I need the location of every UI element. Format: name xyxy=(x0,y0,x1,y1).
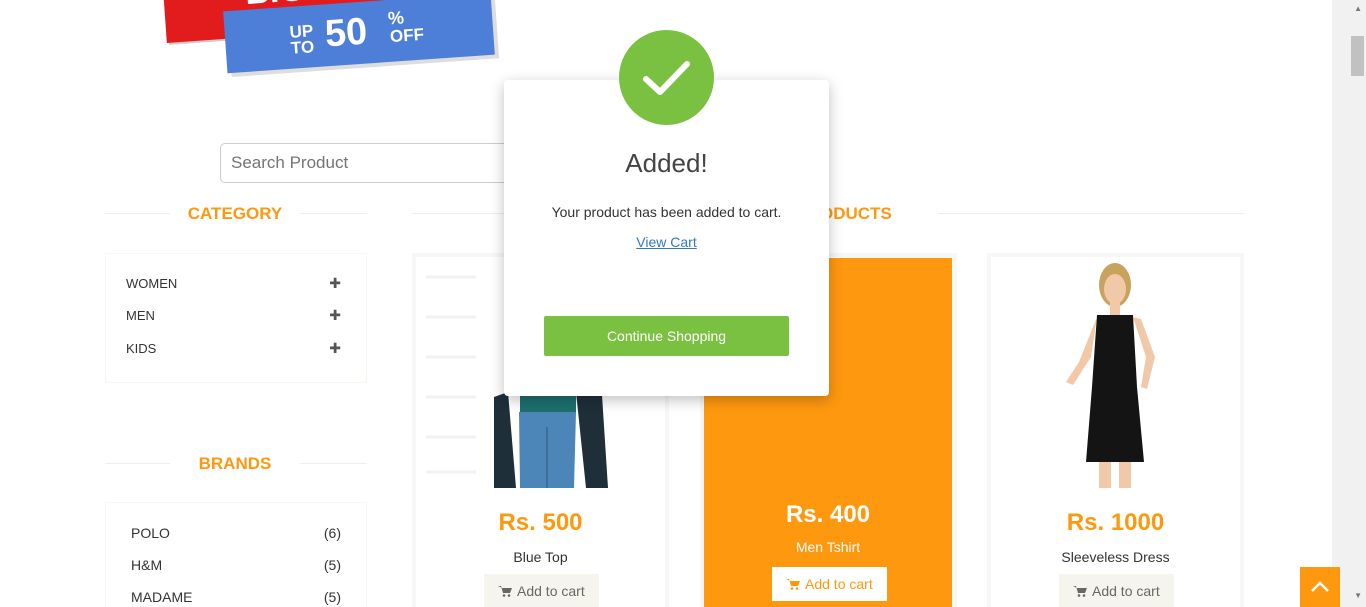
product-name: Men Tshirt xyxy=(795,539,861,555)
features-title: ODUCTS xyxy=(820,204,892,223)
brand-count: (5) xyxy=(323,589,341,605)
promo-percent-value: 50 xyxy=(323,10,369,56)
category-item-men[interactable]: Men xyxy=(126,308,155,323)
divider xyxy=(105,213,170,214)
category-title: CATEGORY xyxy=(187,204,283,223)
add-to-cart-button[interactable]: Add to cart xyxy=(772,567,887,601)
product-price: Rs. 1000 xyxy=(1066,509,1165,536)
brand-count: (5) xyxy=(323,557,341,573)
add-to-cart-button[interactable]: Add to cart xyxy=(484,574,599,607)
search-input[interactable] xyxy=(220,143,520,183)
product-image xyxy=(991,257,1240,488)
scroll-up-arrow-icon[interactable]: ▲ xyxy=(1354,4,1362,13)
brand-item-madame[interactable]: MADAME xyxy=(131,589,192,605)
promo-off-text: OFF xyxy=(389,24,425,47)
category-item-women[interactable]: Women xyxy=(126,276,177,291)
category-item-kids[interactable]: Kids xyxy=(126,341,156,356)
checkmark-icon xyxy=(619,30,714,125)
divider xyxy=(300,213,367,214)
divider xyxy=(300,463,367,464)
modal-message: Your product has been added to cart. xyxy=(551,204,782,220)
scroll-to-top-button[interactable] xyxy=(1300,567,1340,607)
view-cart-link[interactable]: View Cart xyxy=(504,234,829,250)
product-price: Rs. 400 xyxy=(785,501,871,528)
brand-item-hm[interactable]: H&M xyxy=(131,557,162,573)
page: BIG UPTO 50 % OFF CATEGORY Women ✚ Men ✚… xyxy=(0,0,1366,607)
add-to-cart-button[interactable]: Add to cart xyxy=(1059,574,1174,607)
product-name: Sleeveless Dress xyxy=(1061,549,1170,565)
category-panel: Women ✚ Men ✚ Kids ✚ xyxy=(105,253,367,383)
continue-shopping-button[interactable]: Continue Shopping xyxy=(544,316,789,356)
product-card: Rs. 1000 Sleeveless Dress Add to cart xyxy=(987,253,1244,607)
divider xyxy=(105,463,170,464)
product-name: Blue Top xyxy=(513,549,568,565)
plus-icon[interactable]: ✚ xyxy=(329,340,341,357)
divider xyxy=(412,213,512,214)
plus-icon[interactable]: ✚ xyxy=(329,275,341,292)
promo-banner[interactable]: BIG UPTO 50 % OFF xyxy=(160,0,505,85)
promo-upto-text: UP TO xyxy=(288,21,315,58)
chevron-up-icon xyxy=(1311,581,1329,592)
modal-title: Added! xyxy=(625,148,708,178)
scrollbar[interactable]: ▲ ▼ xyxy=(1349,0,1366,607)
scroll-down-arrow-icon[interactable]: ▼ xyxy=(1354,591,1362,600)
brand-count: (6) xyxy=(323,525,341,541)
product-price: Rs. 500 xyxy=(498,509,583,536)
plus-icon[interactable]: ✚ xyxy=(329,307,341,324)
brands-panel: POLO (6) H&M (5) MADAME (5) xyxy=(105,502,367,607)
divider xyxy=(938,213,1245,214)
cart-icon xyxy=(1073,586,1087,597)
scrollbar-thumb[interactable] xyxy=(1351,36,1364,76)
cart-icon xyxy=(786,579,800,590)
brand-item-polo[interactable]: POLO xyxy=(131,525,170,541)
cart-icon xyxy=(498,586,512,597)
brands-title: BRANDS xyxy=(198,454,272,473)
